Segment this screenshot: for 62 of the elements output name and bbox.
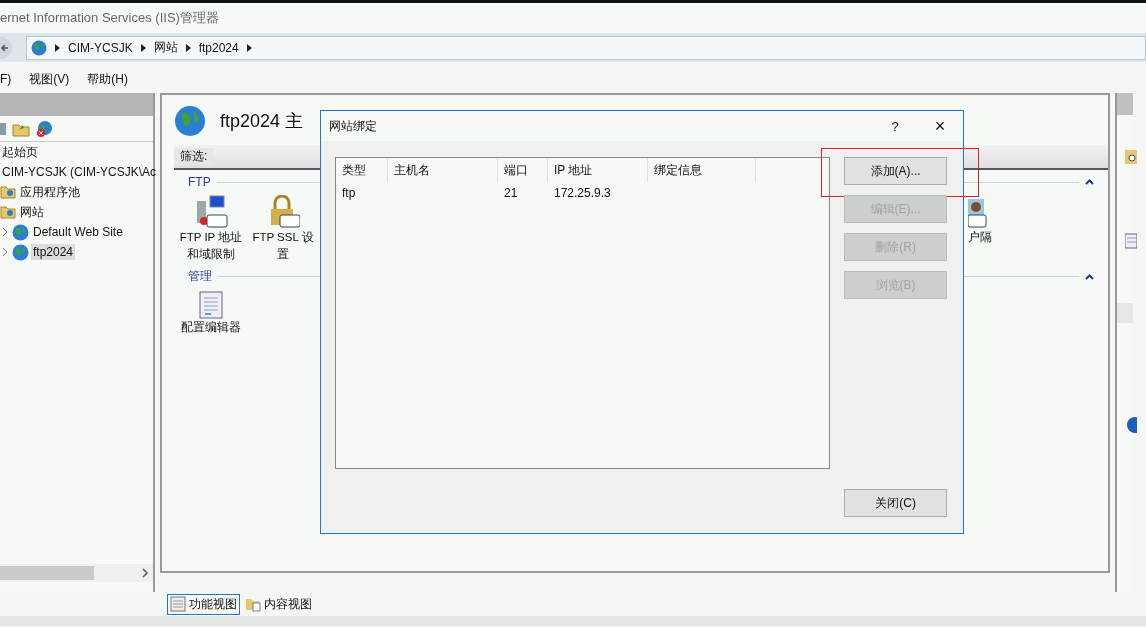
collapse-icon[interactable]	[1085, 273, 1094, 280]
bindings-list[interactable]: 类型 主机名 端口 IP 地址 绑定信息 ftp 21 172.25.9.3	[335, 157, 831, 469]
menu-item[interactable]: 帮助(H)	[87, 70, 128, 88]
globe-disconnect-icon[interactable]	[36, 119, 54, 138]
close-dialog-button[interactable]: 关闭(C)	[844, 489, 947, 517]
tree-item[interactable]: 起始页	[0, 142, 40, 162]
panel-header	[1117, 303, 1133, 323]
menu-item[interactable]: 视图(V)	[29, 70, 70, 88]
feature-label[interactable]: 置	[277, 246, 289, 263]
group-title: FTP	[188, 175, 211, 189]
group-title: 管理	[188, 268, 212, 285]
address-bar[interactable]: CIM-YCSJK 网站 ftp2024	[26, 35, 1146, 60]
tree-item[interactable]: CIM-YCSJK (CIM-YCSJK\Ac	[0, 164, 158, 180]
grid-view-icon	[170, 596, 186, 612]
column-header[interactable]: 类型	[336, 158, 388, 182]
feature-label[interactable]: 配置编辑器	[181, 319, 241, 336]
panel-header	[1117, 93, 1133, 115]
dialog-title: 网站绑定	[329, 117, 378, 135]
feature-label[interactable]: FTP SSL 设	[252, 229, 314, 246]
breadcrumb-arrow-icon	[246, 43, 252, 52]
page-title: ftp2024 主	[220, 110, 304, 133]
feature-label[interactable]: 和域限制	[187, 246, 235, 263]
table-cell: 21	[504, 186, 518, 200]
tree-item[interactable]: 网站	[18, 202, 46, 222]
table-cell: 172.25.9.3	[554, 186, 611, 200]
column-header[interactable]: 主机名	[388, 158, 498, 182]
folder-search-icon[interactable]	[1125, 149, 1137, 165]
collapse-icon[interactable]	[1085, 179, 1094, 185]
feature-label[interactable]: FTP IP 地址	[179, 229, 243, 246]
window-title: ernet Information Services (IIS)管理器	[0, 9, 219, 27]
filter-label: 筛选:	[174, 148, 214, 165]
globe-icon	[12, 223, 29, 241]
tree-item[interactable]: Default Web Site	[31, 224, 125, 240]
breadcrumb-arrow-icon	[55, 43, 60, 52]
dialog-button[interactable]: 添加(A)...	[844, 157, 947, 185]
breadcrumb-arrow-icon	[185, 43, 191, 52]
column-header[interactable]: 端口	[498, 158, 548, 182]
column-header[interactable]: IP 地址	[548, 158, 648, 182]
globe-icon	[31, 39, 47, 56]
column-header[interactable]: 绑定信息	[648, 158, 756, 182]
globe-icon	[12, 243, 29, 261]
breadcrumb-item[interactable]: CIM-YCSJK	[68, 40, 133, 55]
view-tab[interactable]: 功能视图	[167, 593, 240, 615]
breadcrumb-arrow-icon	[140, 43, 146, 52]
menu-item[interactable]: F)	[0, 72, 12, 86]
help-button[interactable]: ?	[873, 118, 917, 134]
folder-icon	[0, 204, 16, 220]
scrollbar-thumb[interactable]	[0, 566, 94, 580]
folder-document-icon	[245, 596, 261, 612]
scroll-right-icon[interactable]	[141, 568, 149, 578]
table-cell: ftp	[342, 186, 356, 200]
breadcrumb-item[interactable]: ftp2024	[198, 40, 239, 55]
breadcrumb-item[interactable]: 网站	[153, 39, 178, 56]
globe-icon	[174, 105, 206, 137]
tree-item[interactable]: 应用程序池	[18, 182, 82, 202]
help-icon[interactable]	[1125, 417, 1137, 433]
close-button[interactable]: ×	[917, 115, 963, 137]
view-tab[interactable]: 内容视图	[242, 593, 315, 615]
folder-icon	[0, 184, 16, 200]
tree-item[interactable]: ftp2024	[31, 244, 76, 260]
feature-label[interactable]: 户隔	[968, 229, 992, 246]
back-arrow-icon	[0, 42, 10, 53]
